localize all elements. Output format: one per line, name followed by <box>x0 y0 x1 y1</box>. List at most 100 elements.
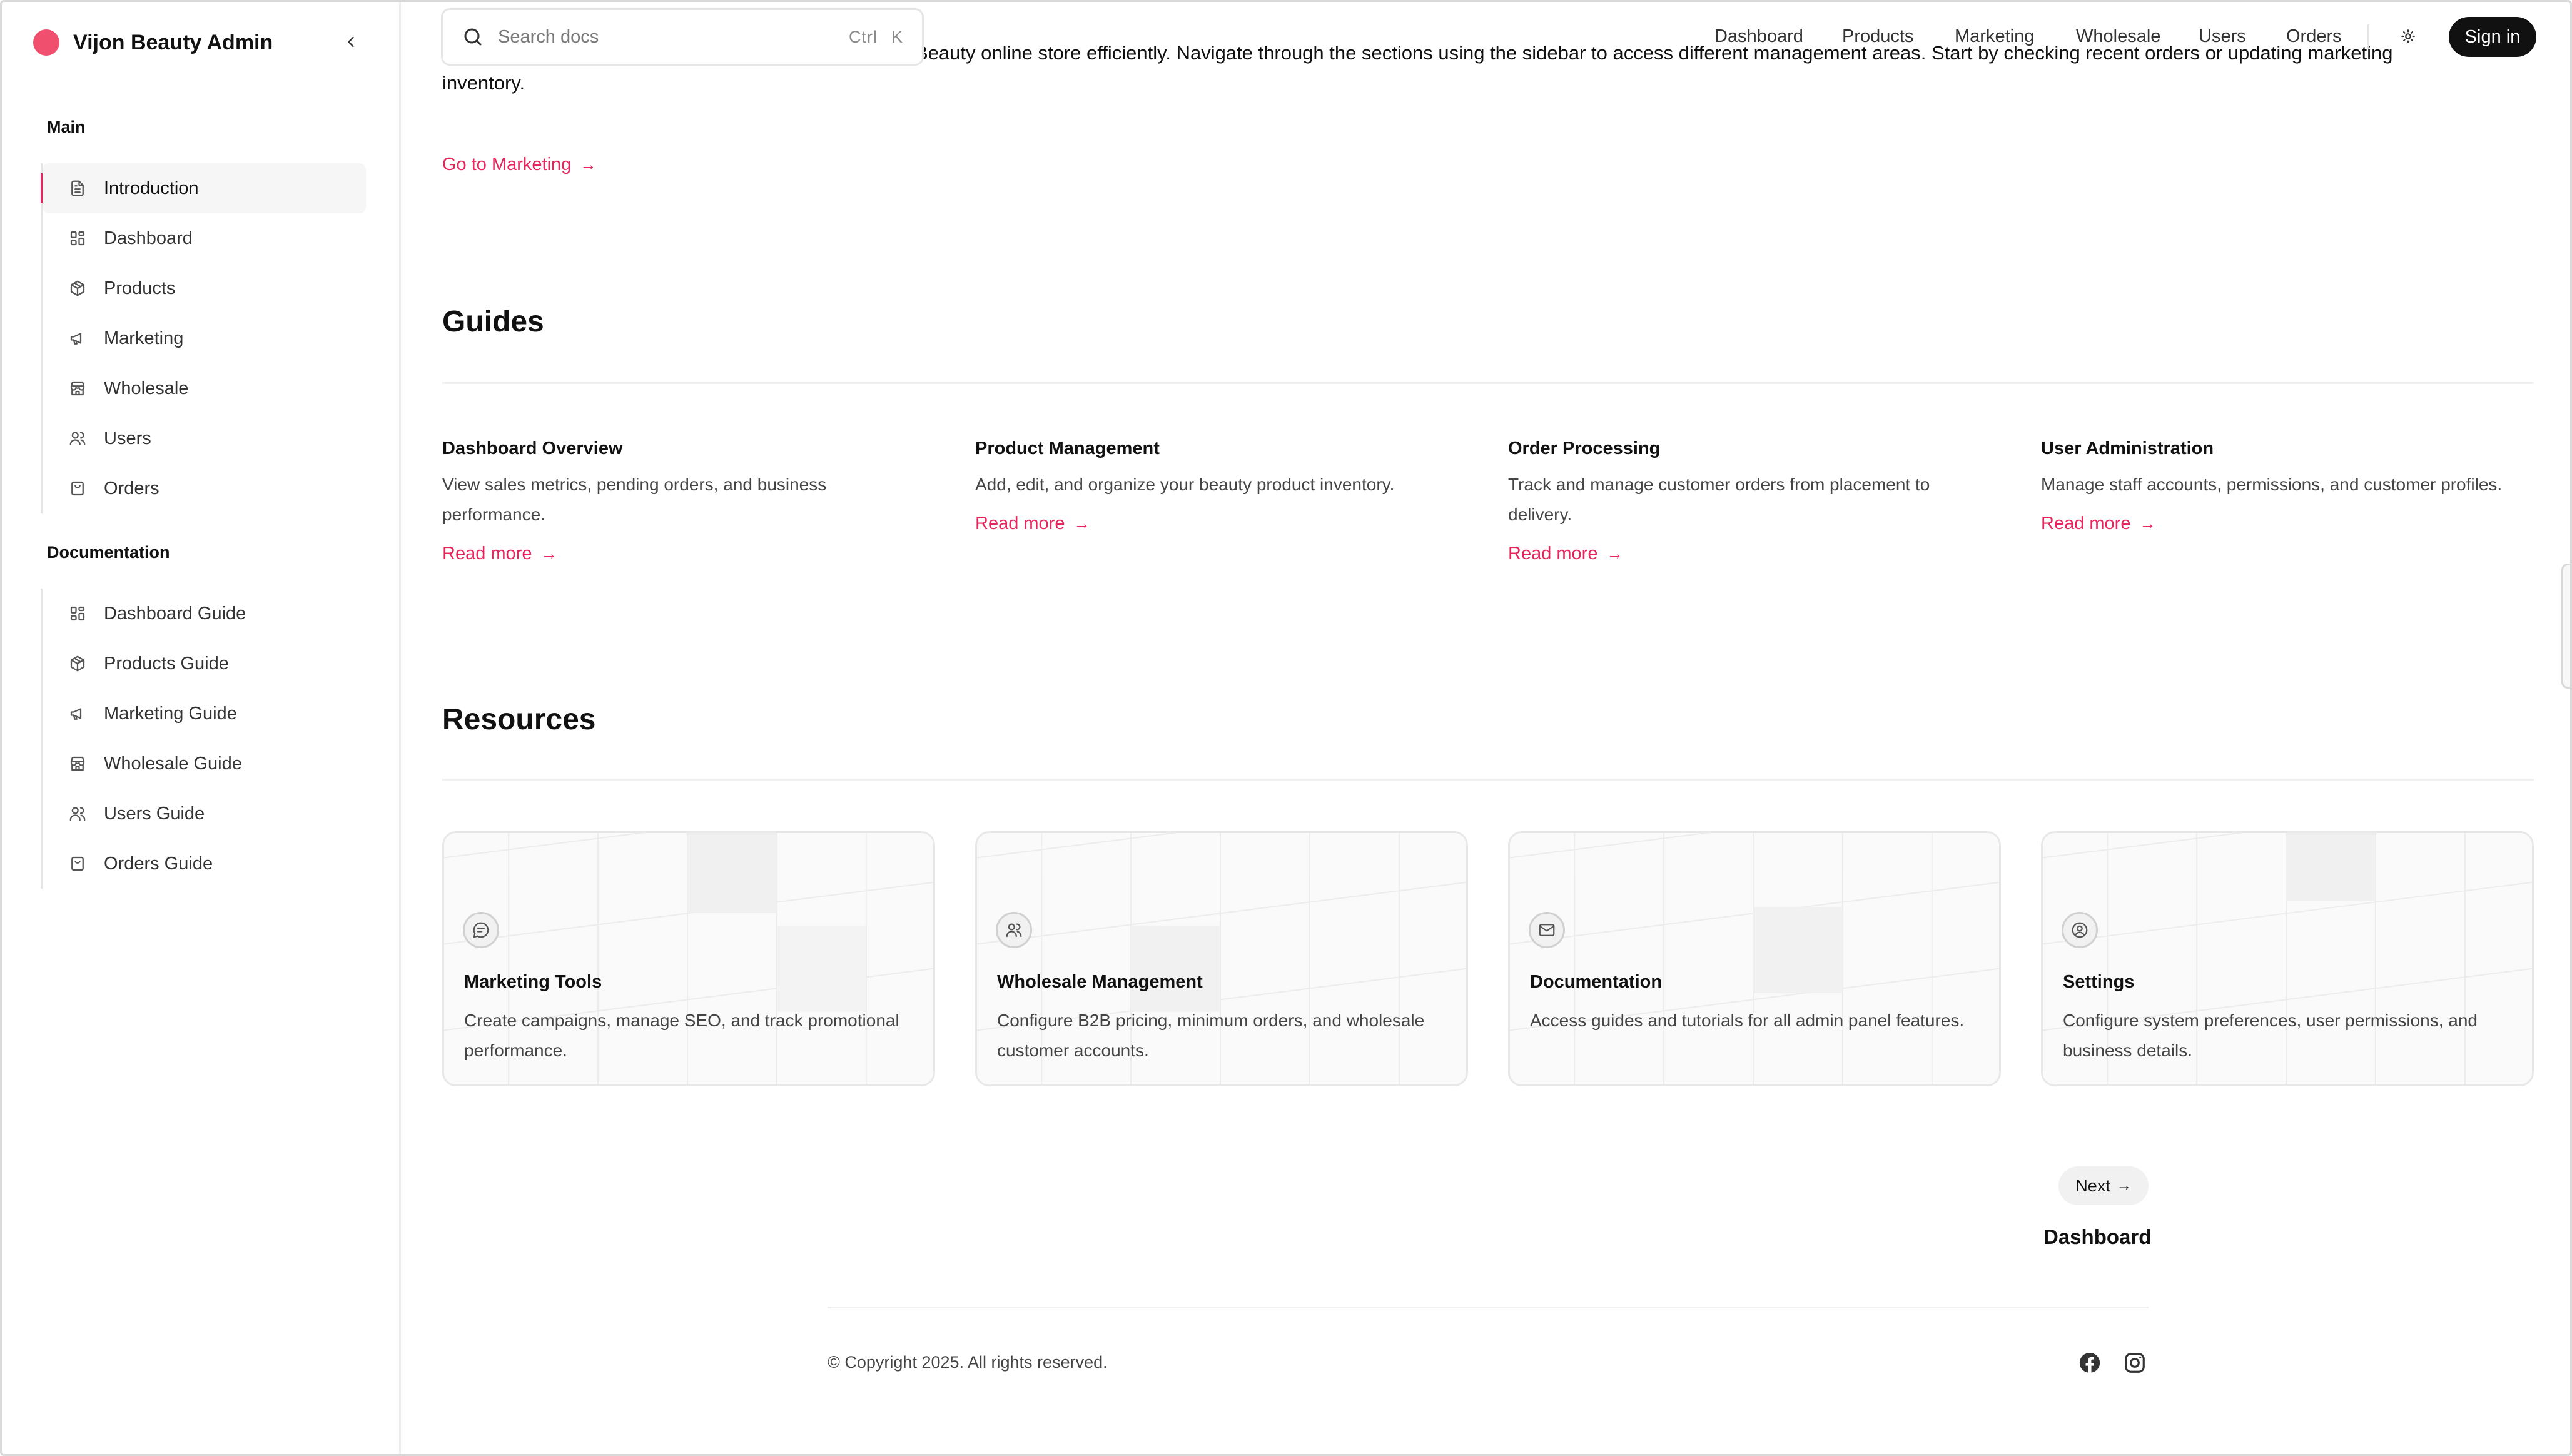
link-label: Read more <box>442 543 532 564</box>
sidebar-item-label: Users Guide <box>104 803 205 824</box>
guide-description: Track and manage customer orders from pl… <box>1508 475 1930 524</box>
guides-divider <box>442 382 2534 384</box>
guide-product-management: Product Management Add, edit, and organi… <box>975 436 1476 534</box>
shopping-bag-icon <box>68 478 88 498</box>
arrow-right-icon: → <box>1073 514 1090 533</box>
sidebar-item-users[interactable]: Users <box>43 413 366 463</box>
card-description: Create campaigns, manage SEO, and track … <box>464 1011 899 1060</box>
resource-card-documentation[interactable]: Documentation Access guides and tutorial… <box>1508 831 2001 1086</box>
card-background-grid <box>1510 833 1999 1084</box>
facebook-icon[interactable] <box>2077 1350 2102 1375</box>
sidebar-item-orders-guide[interactable]: Orders Guide <box>43 839 366 889</box>
users-icon <box>68 804 88 824</box>
sidebar-group-main: Main Introduction Dashboard Products Mar… <box>41 114 366 513</box>
sidebar-item-dashboard[interactable]: Dashboard <box>43 213 366 263</box>
mail-icon <box>1529 912 1565 948</box>
next-page-button[interactable]: Next → <box>2058 1166 2149 1205</box>
topnav-orders[interactable]: Orders <box>2286 26 2342 47</box>
arrow-right-icon: → <box>1606 544 1623 563</box>
sidebar-item-label: Orders Guide <box>104 853 213 874</box>
resource-card-wholesale-management[interactable]: Wholesale Management Configure B2B prici… <box>975 831 1468 1086</box>
topnav-divider <box>2367 24 2369 49</box>
read-more-link[interactable]: Read more → <box>975 513 1090 534</box>
sidebar-group-documentation: Documentation Dashboard Guide Products G… <box>41 540 366 889</box>
link-label: Read more <box>1508 543 1598 564</box>
topnav-products[interactable]: Products <box>1842 26 1913 47</box>
card-title: Documentation <box>1530 972 1663 992</box>
sidebar-item-label: Wholesale <box>104 378 189 398</box>
sidebar-item-products[interactable]: Products <box>43 263 366 313</box>
topnav-users[interactable]: Users <box>2199 26 2246 47</box>
arrow-right-icon: → <box>580 155 597 174</box>
sidebar-group-title-documentation: Documentation <box>47 543 170 562</box>
users-icon <box>996 912 1032 948</box>
users-icon <box>68 428 88 448</box>
read-more-link[interactable]: Read more → <box>2041 513 2155 534</box>
topnav-marketing[interactable]: Marketing <box>1955 26 2034 47</box>
app-window: Vijon Beauty Admin Main Introduction Das… <box>0 0 2572 1456</box>
theme-toggle-button[interactable] <box>2395 23 2421 49</box>
resources-heading: Resources <box>442 703 596 736</box>
read-more-link[interactable]: Read more → <box>442 543 557 564</box>
link-label: Read more <box>2041 513 2131 533</box>
sidebar-item-dashboard-guide[interactable]: Dashboard Guide <box>43 589 366 639</box>
sidebar-item-label: Orders <box>104 478 159 498</box>
topnav-dashboard[interactable]: Dashboard <box>1714 26 1803 47</box>
next-page-title[interactable]: Dashboard <box>2043 1225 2151 1249</box>
topnav-wholesale[interactable]: Wholesale <box>2076 26 2160 47</box>
dashboard-icon <box>68 604 88 624</box>
sidebar-item-products-guide[interactable]: Products Guide <box>43 639 366 689</box>
sidebar-item-label: Introduction <box>104 178 199 198</box>
dashboard-icon <box>68 228 88 248</box>
card-description: Configure B2B pricing, minimum orders, a… <box>997 1011 1425 1060</box>
arrow-right-icon: → <box>2139 514 2156 533</box>
card-title: Settings <box>2063 972 2135 992</box>
sidebar-main-list: Introduction Dashboard Products Marketin… <box>41 163 366 513</box>
sidebar-docs-list: Dashboard Guide Products Guide Marketing… <box>41 589 366 889</box>
sidebar-item-label: Products Guide <box>104 653 229 674</box>
sidebar-group-title-main: Main <box>47 118 86 136</box>
guide-description: Manage staff accounts, permissions, and … <box>2041 475 2503 494</box>
guide-order-processing: Order Processing Track and manage custom… <box>1508 436 2008 564</box>
sidebar-item-label: Dashboard <box>104 228 193 248</box>
sidebar-item-wholesale[interactable]: Wholesale <box>43 363 366 413</box>
guide-description: View sales metrics, pending orders, and … <box>442 475 827 524</box>
footer-divider <box>828 1307 2149 1308</box>
sidebar-item-label: Marketing <box>104 328 184 348</box>
package-icon <box>68 654 88 674</box>
sidebar-item-users-guide[interactable]: Users Guide <box>43 789 366 839</box>
read-more-link[interactable]: Read more → <box>1508 543 1623 564</box>
resource-card-marketing-tools[interactable]: Marketing Tools Create campaigns, manage… <box>442 831 935 1086</box>
package-icon <box>68 278 88 298</box>
card-description: Access guides and tutorials for all admi… <box>1530 1011 1965 1030</box>
sidebar-item-introduction[interactable]: Introduction <box>41 163 366 213</box>
sun-icon <box>2401 29 2415 43</box>
store-icon <box>68 754 88 774</box>
link-label: Read more <box>975 513 1065 533</box>
sidebar-item-marketing-guide[interactable]: Marketing Guide <box>43 689 366 739</box>
guides-heading: Guides <box>442 305 544 338</box>
resource-card-settings[interactable]: Settings Configure system preferences, u… <box>2041 831 2534 1086</box>
sidebar-item-label: Dashboard Guide <box>104 603 246 624</box>
card-description: Configure system preferences, user permi… <box>2063 1011 2478 1060</box>
next-label: Next <box>2075 1176 2110 1195</box>
guide-title: Product Management <box>975 438 1160 458</box>
guide-title: Order Processing <box>1508 438 1661 458</box>
guide-title: User Administration <box>2041 438 2214 458</box>
sign-in-button[interactable]: Sign in <box>2449 17 2536 57</box>
sidebar-item-orders[interactable]: Orders <box>43 463 366 513</box>
guide-description: Add, edit, and organize your beauty prod… <box>975 475 1395 494</box>
sidebar-item-label: Products <box>104 278 176 298</box>
sidebar-item-marketing[interactable]: Marketing <box>43 313 366 363</box>
sidebar-item-wholesale-guide[interactable]: Wholesale Guide <box>43 739 366 789</box>
instagram-icon[interactable] <box>2122 1350 2147 1375</box>
go-to-marketing-link[interactable]: Go to Marketing → <box>442 154 596 175</box>
store-icon <box>68 378 88 398</box>
sidebar-item-label: Wholesale Guide <box>104 753 242 774</box>
sidebar-item-label: Users <box>104 428 151 448</box>
sidebar-item-label: Marketing Guide <box>104 703 237 724</box>
scrollbar-thumb[interactable] <box>2561 564 2570 689</box>
sidebar: Vijon Beauty Admin Main Introduction Das… <box>2 2 401 1454</box>
shopping-bag-icon <box>68 854 88 874</box>
user-circle-icon <box>2062 912 2098 948</box>
